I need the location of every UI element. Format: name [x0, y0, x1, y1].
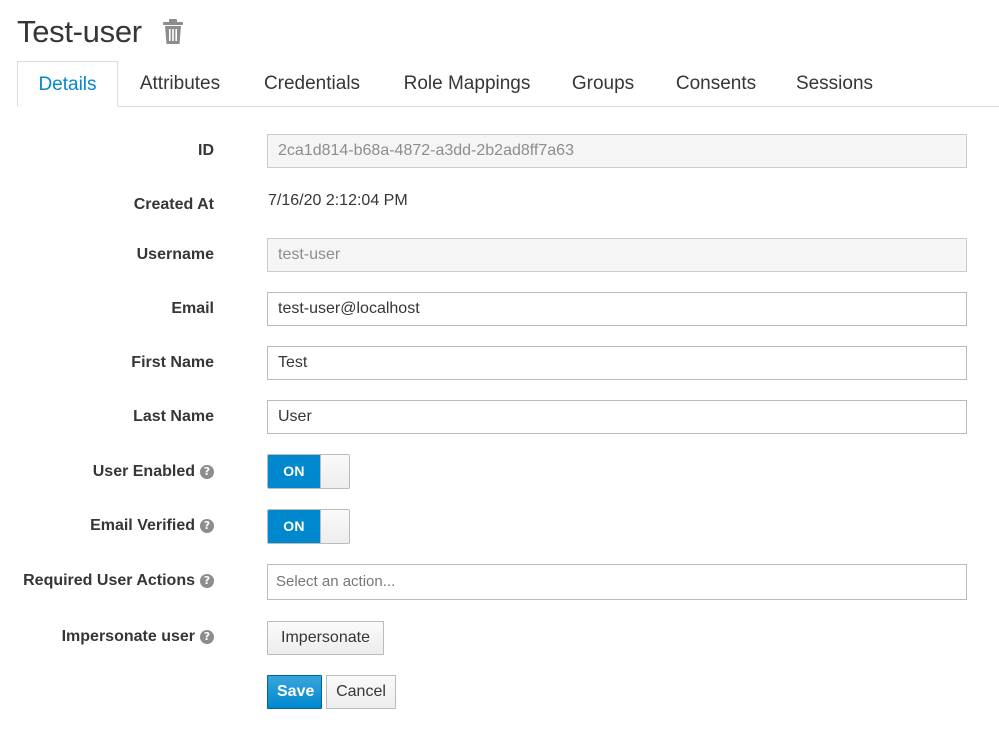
toggle-knob — [320, 510, 349, 543]
email-verified-toggle[interactable]: ON — [267, 509, 350, 544]
tab-credentials[interactable]: Credentials — [242, 61, 382, 107]
tab-sessions[interactable]: Sessions — [778, 61, 891, 107]
toggle-knob — [320, 455, 349, 488]
user-enabled-label: User Enabled — [92, 463, 195, 480]
toggle-on-label: ON — [268, 510, 320, 543]
last-name-label: Last Name — [133, 408, 214, 425]
impersonate-label: Impersonate user — [61, 628, 195, 645]
email-label: Email — [171, 300, 214, 317]
first-name-field[interactable]: Test — [267, 346, 967, 380]
help-icon[interactable]: ? — [200, 630, 214, 644]
last-name-field[interactable]: User — [267, 400, 967, 434]
required-actions-label-wrap: Required User Actions ? — [23, 572, 214, 590]
cancel-button[interactable]: Cancel — [326, 675, 396, 709]
page-title: Test-user — [17, 14, 142, 49]
page-header: Test-user — [17, 12, 184, 52]
tab-consents[interactable]: Consents — [654, 61, 778, 107]
username-field: test-user — [267, 238, 967, 272]
created-at-value: 7/16/20 2:12:04 PM — [268, 192, 408, 209]
required-actions-select[interactable]: Select an action... — [267, 564, 967, 600]
help-icon[interactable]: ? — [200, 574, 214, 588]
help-icon[interactable]: ? — [200, 519, 214, 533]
id-field: 2ca1d814-b68a-4872-a3dd-2b2ad8ff7a63 — [267, 134, 967, 168]
username-label: Username — [136, 246, 214, 263]
toggle-on-label: ON — [268, 455, 320, 488]
user-enabled-label-wrap: User Enabled ? — [93, 463, 214, 481]
impersonate-button[interactable]: Impersonate — [267, 621, 384, 655]
impersonate-label-wrap: Impersonate user ? — [62, 628, 214, 646]
tab-groups[interactable]: Groups — [552, 61, 654, 107]
trash-icon[interactable] — [162, 19, 184, 45]
id-label: ID — [198, 142, 214, 159]
first-name-label: First Name — [131, 354, 214, 371]
email-verified-label-wrap: Email Verified ? — [90, 517, 214, 535]
user-enabled-toggle[interactable]: ON — [267, 454, 350, 489]
tab-role-mappings[interactable]: Role Mappings — [382, 61, 552, 107]
tab-bar: Details Attributes Credentials Role Mapp… — [17, 61, 999, 107]
help-icon[interactable]: ? — [200, 465, 214, 479]
email-verified-label: Email Verified — [90, 517, 195, 534]
tab-details[interactable]: Details — [17, 61, 118, 107]
tab-attributes[interactable]: Attributes — [118, 61, 242, 107]
save-button[interactable]: Save — [267, 675, 322, 709]
created-at-label: Created At — [133, 196, 214, 213]
email-field[interactable]: test-user@localhost — [267, 292, 967, 326]
required-actions-label: Required User Actions — [23, 572, 195, 589]
